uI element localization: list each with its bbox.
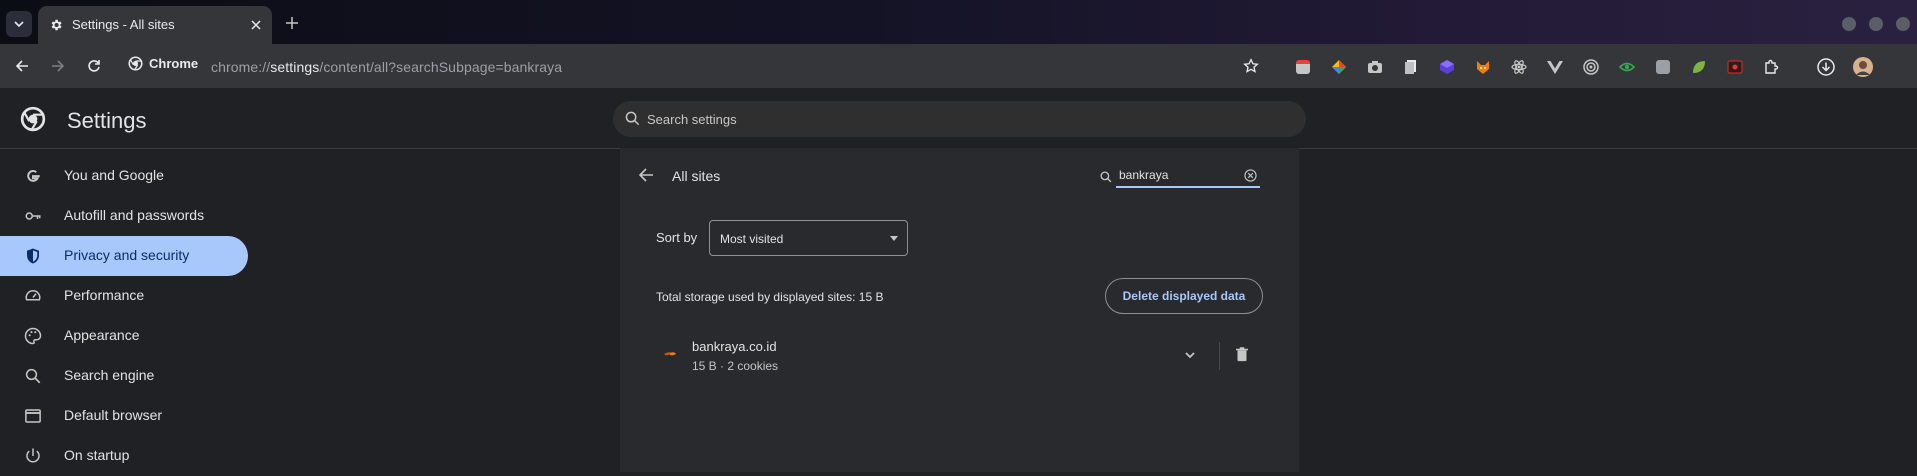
filter-value: bankraya: [1119, 168, 1169, 182]
palette-icon: [24, 327, 42, 345]
sidebar-item-label: Default browser: [64, 407, 163, 423]
subpage-title: All sites: [672, 168, 721, 184]
document-ext-icon[interactable]: [1403, 59, 1419, 75]
tab-strip: Settings - All sites: [0, 0, 1917, 44]
react-ext-icon[interactable]: [1511, 59, 1527, 75]
site-info-label: Chrome: [149, 56, 199, 71]
close-window-button[interactable]: [1896, 17, 1910, 31]
sidebar-item-performance[interactable]: Performance: [0, 276, 248, 316]
avatar[interactable]: [1853, 57, 1873, 77]
all-sites-card: All sites bankraya Sort by Most visited …: [620, 148, 1299, 472]
site-favicon: [664, 352, 676, 356]
tab-search-button[interactable]: [6, 11, 32, 37]
target-ext-icon[interactable]: [1583, 59, 1599, 75]
search-icon: [625, 111, 640, 126]
palette-ext-icon[interactable]: [1331, 59, 1347, 75]
google-g-icon: [27, 169, 40, 182]
square-ext-icon[interactable]: [1655, 59, 1671, 75]
trash-icon[interactable]: [1233, 345, 1251, 363]
caret-down-icon: [890, 236, 898, 241]
filter-focus-underline: [1116, 186, 1260, 188]
key-icon: [25, 212, 41, 220]
row-divider: [1219, 342, 1220, 370]
arrow-left-icon[interactable]: [638, 167, 654, 183]
vue-ext-icon[interactable]: [1547, 59, 1563, 75]
search-settings-input[interactable]: Search settings: [613, 101, 1306, 137]
total-storage-text: Total storage used by displayed sites: 1…: [656, 290, 884, 304]
plus-icon: [286, 17, 298, 29]
sidebar-item-label: Search engine: [64, 367, 155, 383]
url-host: settings: [270, 59, 320, 75]
sidebar-item-you-and-google[interactable]: You and Google: [0, 156, 248, 196]
leaf-ext-icon[interactable]: [1691, 59, 1707, 75]
browser-window-icon: [25, 409, 41, 423]
site-usage: 15 B · 2 cookies: [692, 359, 779, 373]
sidebar-item-default-browser[interactable]: Default browser: [0, 396, 248, 436]
active-tab[interactable]: Settings - All sites: [38, 6, 272, 44]
new-tab-button[interactable]: [282, 13, 302, 33]
chrome-logo-icon: [20, 106, 46, 132]
search-icon: [1100, 171, 1112, 183]
sidebar-item-privacy-and-security[interactable]: Privacy and security: [0, 236, 248, 276]
url-path: /content/all?searchSubpage=bankraya: [319, 59, 563, 75]
tabs-ext-icon[interactable]: [1295, 59, 1311, 75]
delete-displayed-data-button[interactable]: Delete displayed data: [1105, 278, 1263, 314]
chevron-down-icon[interactable]: [1183, 348, 1197, 362]
sidebar-item-label: On startup: [64, 447, 130, 463]
arrow-left-icon: [15, 60, 28, 72]
tab-title: Settings - All sites: [72, 17, 175, 32]
site-name: bankraya.co.id: [692, 339, 777, 354]
fox-ext-icon[interactable]: [1475, 59, 1491, 75]
sort-select[interactable]: Most visited: [709, 220, 908, 256]
chrome-logo-icon: [128, 56, 143, 71]
camera-ext-icon[interactable]: [1367, 59, 1383, 75]
site-info-chip[interactable]: Chrome: [128, 56, 198, 71]
sidebar-item-label: Autofill and passwords: [64, 207, 205, 223]
close-icon: [251, 20, 261, 30]
site-entry[interactable]: bankraya.co.id 15 B · 2 cookies: [620, 328, 1299, 384]
forward-button[interactable]: [46, 54, 70, 78]
star-icon[interactable]: [1243, 58, 1259, 74]
sidebar-item-label: Performance: [64, 287, 145, 303]
search-placeholder: Search settings: [647, 112, 737, 127]
sidebar-item-appearance[interactable]: Appearance: [0, 316, 248, 356]
settings-header: Settings Search settings: [0, 88, 1917, 149]
minimize-button[interactable]: [1842, 17, 1856, 31]
tab-close-button[interactable]: [248, 17, 264, 33]
sidebar-item-on-startup[interactable]: On startup: [0, 436, 248, 476]
puzzle-ext-icon[interactable]: [1763, 59, 1779, 75]
reload-icon: [88, 60, 100, 72]
reload-button[interactable]: [82, 54, 106, 78]
sidebar-item-search-engine[interactable]: Search engine: [0, 356, 248, 396]
search-icon: [25, 368, 41, 384]
sidebar-item-label: Privacy and security: [64, 247, 190, 263]
chevron-down-icon: [14, 21, 24, 28]
shield-icon: [27, 248, 39, 264]
speedometer-icon: [25, 290, 41, 301]
clear-circle-icon[interactable]: [1244, 169, 1257, 182]
sort-label: Sort by: [656, 230, 698, 245]
maximize-button[interactable]: [1869, 17, 1883, 31]
sidebar-item-label: You and Google: [64, 167, 164, 183]
address-bar[interactable]: chrome://settings/content/all?searchSubp…: [211, 59, 562, 75]
eye-ext-icon[interactable]: [1619, 59, 1635, 75]
power-icon: [26, 448, 40, 463]
back-button[interactable]: [10, 54, 34, 78]
site-filter-input[interactable]: bankraya: [1100, 164, 1260, 190]
arrow-right-icon: [52, 60, 65, 72]
browser-toolbar: Chrome chrome://settings/content/all?sea…: [0, 44, 1917, 88]
record-ext-icon[interactable]: [1727, 59, 1743, 75]
sidebar-item-label: Appearance: [64, 327, 140, 343]
cube-ext-icon[interactable]: [1439, 59, 1455, 75]
download-icon[interactable]: [1817, 58, 1835, 76]
gear-icon: [51, 19, 62, 31]
sort-selected-value: Most visited: [720, 232, 784, 246]
page-title: Settings: [67, 108, 147, 133]
url-scheme: chrome://: [211, 59, 271, 75]
sidebar-item-autofill[interactable]: Autofill and passwords: [0, 196, 248, 236]
